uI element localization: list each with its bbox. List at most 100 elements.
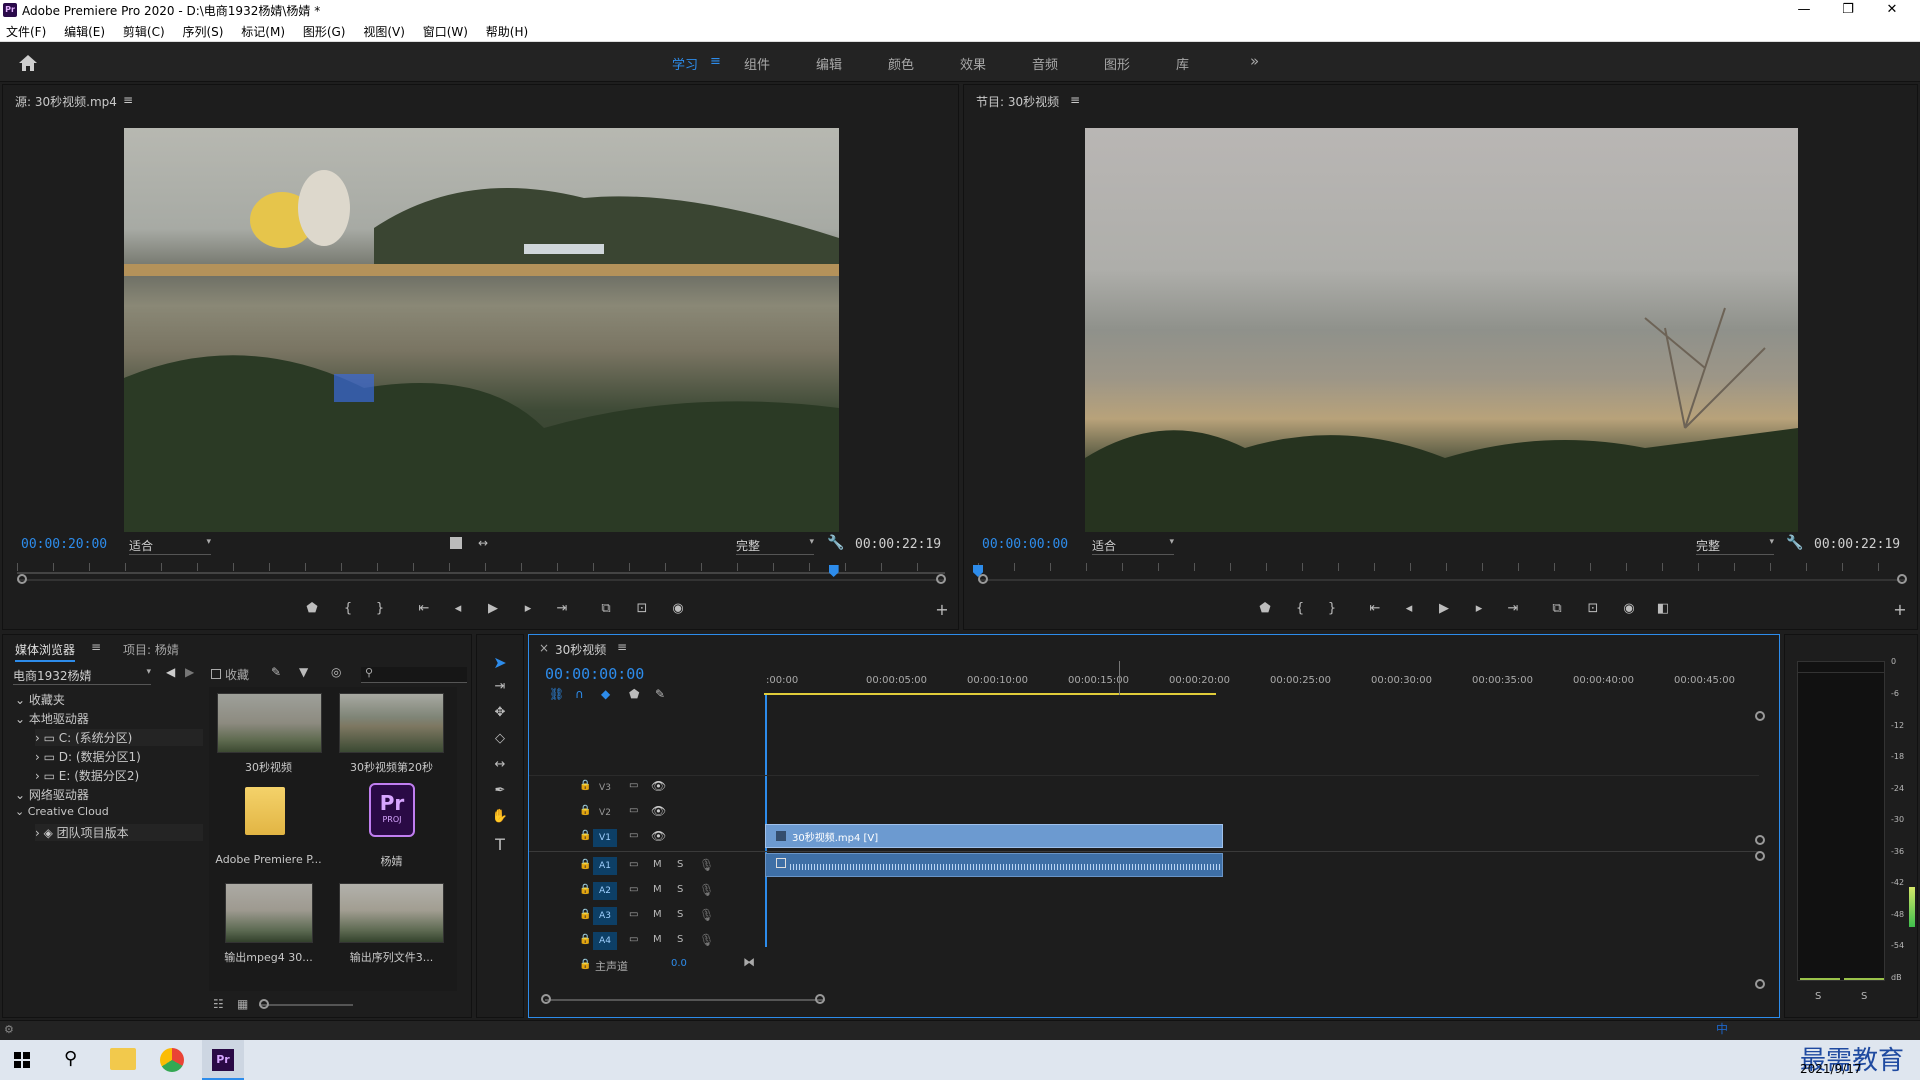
- sync-lock-icon[interactable]: ▭: [629, 909, 638, 920]
- camera-icon[interactable]: ◉: [667, 601, 689, 616]
- tab-media-browser[interactable]: 媒体浏览器: [15, 641, 76, 662]
- workspace-tab-assembly[interactable]: 组件: [744, 54, 770, 73]
- sync-lock-icon[interactable]: ▭: [629, 884, 638, 895]
- sync-lock-icon[interactable]: ▭: [629, 934, 638, 945]
- program-zoom-bar[interactable]: [978, 579, 1906, 581]
- list-view-icon[interactable]: ☷: [213, 997, 224, 1011]
- zoom-handle-right[interactable]: [936, 574, 946, 584]
- lock-icon[interactable]: 🔒: [579, 884, 591, 895]
- zoom-handle-left[interactable]: [541, 994, 551, 1004]
- icon-view-icon[interactable]: ▦: [237, 997, 248, 1011]
- video-clip[interactable]: 30秒视频.mp4 [V]: [765, 824, 1223, 848]
- menu-graphics[interactable]: 图形(G): [303, 20, 346, 40]
- menu-sequence[interactable]: 序列(S): [182, 20, 223, 40]
- project-file-icon[interactable]: Pr PROJ: [369, 783, 415, 837]
- back-icon[interactable]: ◀: [166, 665, 175, 679]
- lock-icon[interactable]: 🔒: [579, 934, 591, 945]
- forward-icon[interactable]: ▶: [185, 665, 194, 679]
- solo-button[interactable]: S: [677, 909, 683, 920]
- workspace-tab-audio[interactable]: 音频: [1032, 54, 1058, 73]
- insert-edit-icon[interactable]: ↔: [478, 536, 488, 550]
- camera-icon[interactable]: ◉: [1618, 601, 1640, 616]
- slip-tool-icon[interactable]: ↔: [489, 757, 511, 772]
- workspace-tab-graphics[interactable]: 图形: [1104, 54, 1130, 73]
- menu-clip[interactable]: 剪辑(C): [123, 20, 165, 40]
- step-back-icon[interactable]: ◂: [447, 601, 469, 616]
- tab-project[interactable]: 项目: 杨婧: [123, 641, 179, 658]
- media-thumbnail[interactable]: [217, 693, 322, 753]
- timeline-timecode[interactable]: 00:00:00:00: [545, 665, 644, 683]
- linked-selection-icon[interactable]: ◆: [601, 687, 610, 701]
- play-icon[interactable]: ▶: [482, 601, 504, 616]
- timeline-settings-icon[interactable]: ✎: [655, 687, 665, 701]
- location-dropdown[interactable]: 电商1932杨婧 ▾: [13, 667, 151, 685]
- slider-handle[interactable]: [259, 999, 269, 1009]
- sync-lock-icon[interactable]: ▭: [629, 780, 638, 791]
- mic-icon[interactable]: 🎙: [699, 858, 714, 872]
- workspace-tab-color[interactable]: 颜色: [888, 54, 914, 73]
- workspace-tab-learn[interactable]: 学习: [672, 54, 698, 73]
- track-label-a3[interactable]: A3: [593, 907, 617, 925]
- timeline-playhead[interactable]: [765, 695, 767, 947]
- add-marker-icon[interactable]: ⬟: [1254, 601, 1276, 616]
- pen-tool-icon[interactable]: ✒: [489, 783, 511, 798]
- mute-button[interactable]: M: [653, 884, 662, 895]
- program-video-frame[interactable]: [1085, 128, 1798, 532]
- solo-button[interactable]: S: [677, 884, 683, 895]
- mic-icon[interactable]: 🎙: [699, 883, 714, 897]
- menu-file[interactable]: 文件(F): [6, 20, 46, 40]
- source-zoom-bar[interactable]: [17, 579, 945, 581]
- wrench-icon[interactable]: ✎: [271, 665, 281, 679]
- workspace-tab-effects[interactable]: 效果: [960, 54, 986, 73]
- file-explorer-icon[interactable]: [110, 1048, 136, 1070]
- chrome-icon[interactable]: [160, 1048, 184, 1072]
- minimize-button[interactable]: —: [1782, 0, 1826, 20]
- menu-help[interactable]: 帮助(H): [486, 20, 528, 40]
- add-button-icon[interactable]: +: [1889, 600, 1911, 619]
- sequence-tab[interactable]: 30秒视频: [555, 641, 606, 658]
- go-to-out-icon[interactable]: ⇥: [1502, 601, 1524, 616]
- mute-button[interactable]: M: [653, 909, 662, 920]
- windows-start-icon[interactable]: [14, 1052, 30, 1068]
- restore-button[interactable]: ❐: [1826, 0, 1870, 20]
- mark-in-icon[interactable]: {: [1289, 601, 1311, 616]
- step-forward-icon[interactable]: ▸: [1468, 601, 1490, 616]
- track-label-v1[interactable]: V1: [593, 829, 617, 847]
- master-end-icon[interactable]: ⧓: [743, 955, 755, 969]
- home-icon[interactable]: [18, 54, 38, 72]
- workspace-menu-icon[interactable]: ≡: [710, 54, 721, 69]
- eye-icon[interactable]: 👁: [651, 804, 666, 818]
- tree-item[interactable]: ⌄ Creative Cloud: [15, 805, 109, 818]
- menu-marker[interactable]: 标记(M): [241, 20, 285, 40]
- add-button-icon[interactable]: +: [931, 600, 953, 619]
- tree-item[interactable]: › ▭ C: (系统分区): [35, 729, 203, 746]
- sync-lock-icon[interactable]: ▭: [629, 830, 638, 841]
- mute-button[interactable]: M: [653, 934, 662, 945]
- track-label-v3[interactable]: V3: [593, 779, 617, 797]
- tree-item[interactable]: ⌄ 网络驱动器: [15, 786, 89, 803]
- razor-tool-icon[interactable]: ◇: [489, 731, 511, 746]
- view-icon[interactable]: ◎: [331, 665, 341, 679]
- step-back-icon[interactable]: ◂: [1398, 601, 1420, 616]
- source-quality-dropdown[interactable]: 完整 ▾: [736, 537, 814, 555]
- favorites-checkbox[interactable]: [211, 669, 221, 679]
- menu-view[interactable]: 视图(V): [363, 20, 405, 40]
- add-marker-icon[interactable]: ⬟: [629, 687, 639, 701]
- solo-right-button[interactable]: S: [1861, 991, 1867, 1002]
- track-label-v2[interactable]: V2: [593, 804, 617, 822]
- program-current-timecode[interactable]: 00:00:00:00: [982, 537, 1068, 552]
- scroll-handle[interactable]: [1755, 835, 1765, 845]
- mark-out-icon[interactable]: }: [1321, 601, 1343, 616]
- workspace-tab-editing[interactable]: 编辑: [816, 54, 842, 73]
- sync-lock-icon[interactable]: ▭: [629, 805, 638, 816]
- program-fit-dropdown[interactable]: 适合 ▾: [1092, 537, 1174, 555]
- settings-safe-icon[interactable]: [450, 537, 462, 549]
- zoom-handle-right[interactable]: [1897, 574, 1907, 584]
- zoom-handle-left[interactable]: [17, 574, 27, 584]
- lock-icon[interactable]: 🔒: [579, 859, 591, 870]
- step-forward-icon[interactable]: ▸: [517, 601, 539, 616]
- eye-icon[interactable]: 👁: [651, 779, 666, 793]
- selection-tool-icon[interactable]: ➤: [489, 653, 511, 672]
- audio-clip[interactable]: [765, 853, 1223, 877]
- lock-icon[interactable]: 🔒: [579, 959, 591, 970]
